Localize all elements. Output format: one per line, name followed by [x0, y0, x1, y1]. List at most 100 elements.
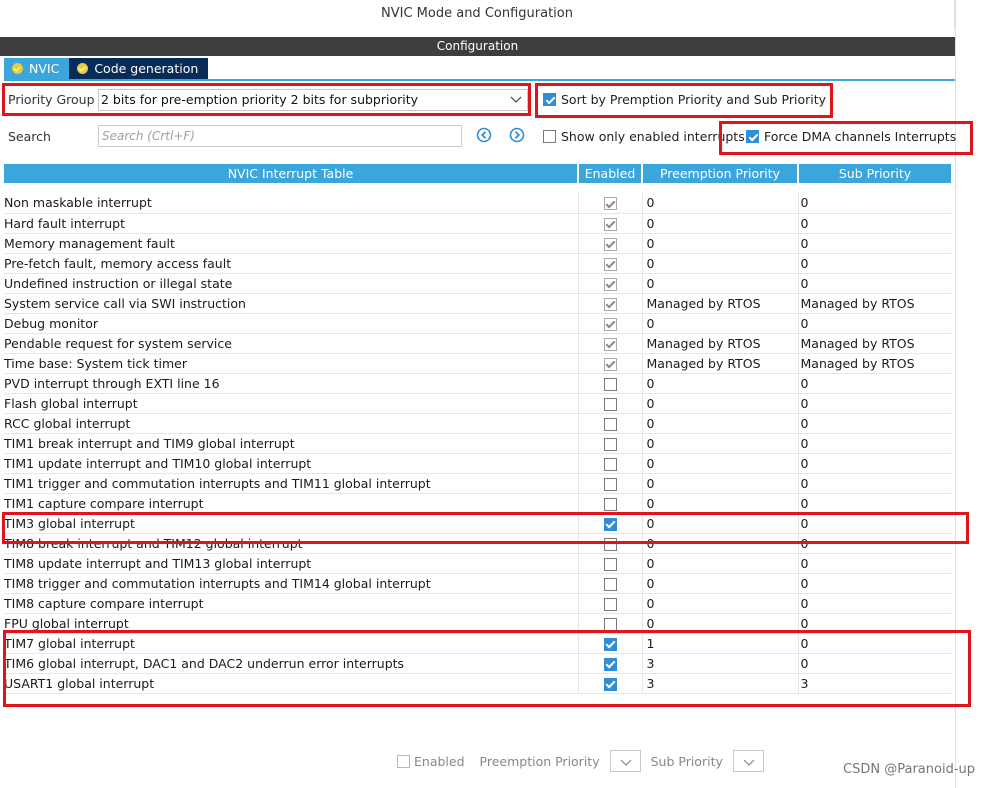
- preemption-priority-cell[interactable]: 0: [642, 453, 799, 474]
- enabled-checkbox[interactable]: [603, 637, 617, 651]
- enabled-checkbox[interactable]: [603, 417, 617, 431]
- sub-priority-cell[interactable]: 0: [798, 393, 951, 414]
- enabled-checkbox[interactable]: [603, 617, 617, 631]
- enabled-checkbox[interactable]: [603, 597, 617, 611]
- preemption-priority-cell[interactable]: 0: [642, 613, 799, 634]
- table-row[interactable]: FPU global interrupt 0 0: [4, 613, 951, 634]
- table-row[interactable]: TIM3 global interrupt 0 0: [4, 513, 951, 534]
- sub-priority-cell[interactable]: 0: [798, 313, 951, 334]
- sub-priority-cell[interactable]: 0: [798, 573, 951, 594]
- next-arrow-icon[interactable]: [509, 127, 525, 143]
- table-row[interactable]: TIM1 trigger and commutation interrupts …: [4, 473, 951, 494]
- enabled-checkbox[interactable]: [603, 537, 617, 551]
- sub-priority-cell[interactable]: 0: [798, 433, 951, 454]
- column-header-preemption[interactable]: Preemption Priority: [642, 164, 799, 183]
- table-row[interactable]: Debug monitor 0 0: [4, 313, 951, 334]
- force-dma-option[interactable]: Force DMA channels Interrupts: [746, 129, 956, 144]
- preemption-priority-cell[interactable]: 0: [642, 593, 799, 614]
- enabled-checkbox[interactable]: [603, 437, 617, 451]
- sub-priority-cell[interactable]: 0: [798, 613, 951, 634]
- tab-code-generation[interactable]: Code generation: [69, 58, 209, 79]
- bottom-sub-select[interactable]: [732, 750, 764, 772]
- preemption-priority-cell[interactable]: 0: [642, 233, 799, 254]
- preemption-priority-cell[interactable]: 0: [642, 573, 799, 594]
- table-row[interactable]: TIM1 update interrupt and TIM10 global i…: [4, 453, 951, 474]
- table-row[interactable]: TIM1 capture compare interrupt 0 0: [4, 493, 951, 514]
- table-row[interactable]: TIM1 break interrupt and TIM9 global int…: [4, 433, 951, 454]
- table-row[interactable]: TIM8 update interrupt and TIM13 global i…: [4, 553, 951, 574]
- sub-priority-cell[interactable]: 0: [798, 633, 951, 654]
- preemption-priority-cell[interactable]: 0: [642, 313, 799, 334]
- sub-priority-cell[interactable]: 0: [798, 653, 951, 674]
- preemption-priority-cell[interactable]: 3: [642, 653, 799, 674]
- enabled-checkbox[interactable]: [603, 397, 617, 411]
- enabled-checkbox[interactable]: [603, 477, 617, 491]
- enabled-checkbox[interactable]: [603, 677, 617, 691]
- sub-priority-cell[interactable]: 0: [798, 493, 951, 514]
- table-row[interactable]: TIM6 global interrupt, DAC1 and DAC2 und…: [4, 653, 951, 674]
- preemption-priority-cell[interactable]: 0: [642, 393, 799, 414]
- sub-priority-cell[interactable]: 0: [798, 373, 951, 394]
- column-header-sub[interactable]: Sub Priority: [798, 164, 951, 183]
- sort-checkbox[interactable]: [543, 93, 556, 106]
- table-row[interactable]: TIM8 break interrupt and TIM12 global in…: [4, 533, 951, 554]
- show-enabled-option[interactable]: Show only enabled interrupts: [543, 129, 745, 144]
- enabled-checkbox[interactable]: [603, 457, 617, 471]
- table-row[interactable]: TIM8 capture compare interrupt 0 0: [4, 593, 951, 614]
- sort-option[interactable]: Sort by Premption Priority and Sub Prior…: [543, 92, 826, 107]
- bottom-preemption-select[interactable]: [609, 750, 641, 772]
- sub-priority-cell[interactable]: 0: [798, 453, 951, 474]
- preemption-priority-cell[interactable]: 0: [642, 513, 799, 534]
- table-row[interactable]: Flash global interrupt 0 0: [4, 393, 951, 414]
- table-row[interactable]: RCC global interrupt 0 0: [4, 413, 951, 434]
- column-header-enabled[interactable]: Enabled: [578, 164, 643, 183]
- enabled-checkbox[interactable]: [603, 497, 617, 511]
- preemption-priority-cell[interactable]: 0: [642, 413, 799, 434]
- priority-group-select[interactable]: 2 bits for pre-emption priority 2 bits f…: [98, 89, 528, 111]
- preemption-priority-cell[interactable]: 3: [642, 673, 799, 694]
- preemption-priority-cell[interactable]: 0: [642, 433, 799, 454]
- preemption-priority-cell[interactable]: 0: [642, 373, 799, 394]
- enabled-checkbox[interactable]: [603, 377, 617, 391]
- bottom-enabled-checkbox[interactable]: [397, 754, 410, 768]
- preemption-priority-cell[interactable]: 0: [642, 553, 799, 574]
- table-row[interactable]: TIM8 trigger and commutation interrupts …: [4, 573, 951, 594]
- sub-priority-cell[interactable]: 0: [798, 473, 951, 494]
- previous-arrow-icon[interactable]: [476, 127, 492, 143]
- preemption-priority-cell[interactable]: 0: [642, 493, 799, 514]
- search-input[interactable]: [98, 125, 462, 147]
- sub-priority-cell[interactable]: 0: [798, 593, 951, 614]
- enabled-checkbox[interactable]: [603, 577, 617, 591]
- table-row[interactable]: TIM7 global interrupt 1 0: [4, 633, 951, 654]
- preemption-priority-cell[interactable]: 0: [642, 533, 799, 554]
- preemption-priority-cell[interactable]: 0: [642, 253, 799, 274]
- sub-priority-cell[interactable]: 0: [798, 533, 951, 554]
- sub-priority-cell[interactable]: 0: [798, 253, 951, 274]
- sub-priority-cell[interactable]: 0: [798, 553, 951, 574]
- sub-priority-cell[interactable]: 3: [798, 673, 951, 694]
- table-row[interactable]: Undefined instruction or illegal state 0 0: [4, 273, 951, 294]
- enabled-checkbox[interactable]: [603, 517, 617, 531]
- preemption-priority-cell[interactable]: 1: [642, 633, 799, 654]
- sub-priority-cell[interactable]: 0: [798, 413, 951, 434]
- sub-priority-cell[interactable]: 0: [798, 273, 951, 294]
- table-row[interactable]: PVD interrupt through EXTI line 16 0 0: [4, 373, 951, 394]
- sub-priority-cell[interactable]: 0: [798, 233, 951, 254]
- table-row[interactable]: USART1 global interrupt 3 3: [4, 673, 951, 694]
- force-dma-checkbox[interactable]: [746, 130, 759, 143]
- tab-nvic[interactable]: NVIC: [4, 58, 70, 79]
- show-enabled-checkbox[interactable]: [543, 130, 556, 143]
- table-row[interactable]: Pendable request for system service Manag…: [4, 333, 951, 354]
- table-row[interactable]: Memory management fault 0 0: [4, 233, 951, 254]
- table-row[interactable]: System service call via SWI instruction M…: [4, 293, 951, 314]
- enabled-checkbox[interactable]: [603, 557, 617, 571]
- table-row[interactable]: Time base: System tick timer Managed by R…: [4, 353, 951, 374]
- table-row[interactable]: Hard fault interrupt 0 0: [4, 213, 951, 234]
- sub-priority-cell[interactable]: 0: [798, 513, 951, 534]
- preemption-priority-cell[interactable]: 0: [642, 473, 799, 494]
- table-row[interactable]: Non maskable interrupt 0 0: [4, 193, 951, 214]
- column-header-name[interactable]: NVIC Interrupt Table: [4, 164, 579, 183]
- preemption-priority-cell[interactable]: 0: [642, 273, 799, 294]
- enabled-checkbox[interactable]: [603, 657, 617, 671]
- table-row[interactable]: Pre-fetch fault, memory access fault 0 0: [4, 253, 951, 274]
